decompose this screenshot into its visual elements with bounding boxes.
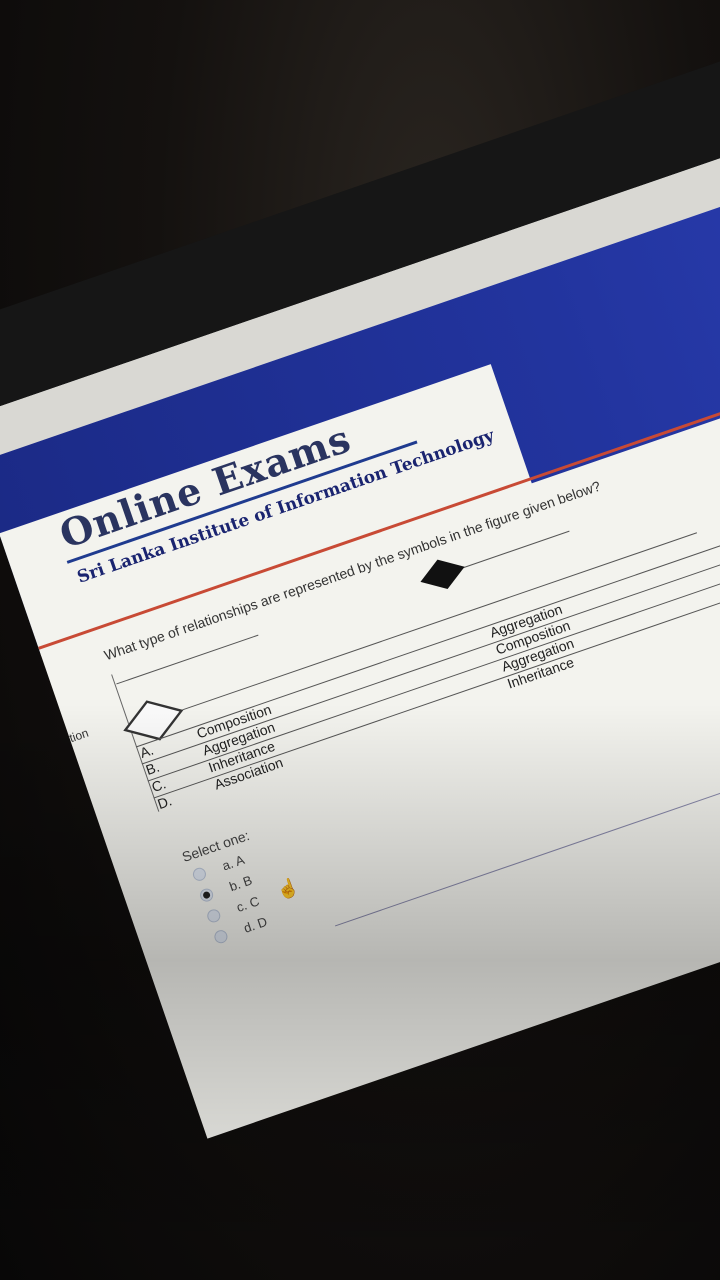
answer-option-label: d. D bbox=[241, 913, 270, 936]
answer-option-label: b. B bbox=[227, 872, 255, 895]
radio-d[interactable] bbox=[212, 928, 230, 945]
radio-b[interactable] bbox=[198, 886, 215, 904]
hand-cursor-icon: ☝ bbox=[273, 875, 302, 902]
radio-a[interactable] bbox=[191, 866, 208, 883]
answer-option-label: c. C bbox=[234, 893, 262, 916]
sidebar-partial-label: tion bbox=[67, 725, 91, 746]
radio-c[interactable] bbox=[205, 907, 223, 925]
answer-option-label: a. A bbox=[220, 851, 247, 874]
